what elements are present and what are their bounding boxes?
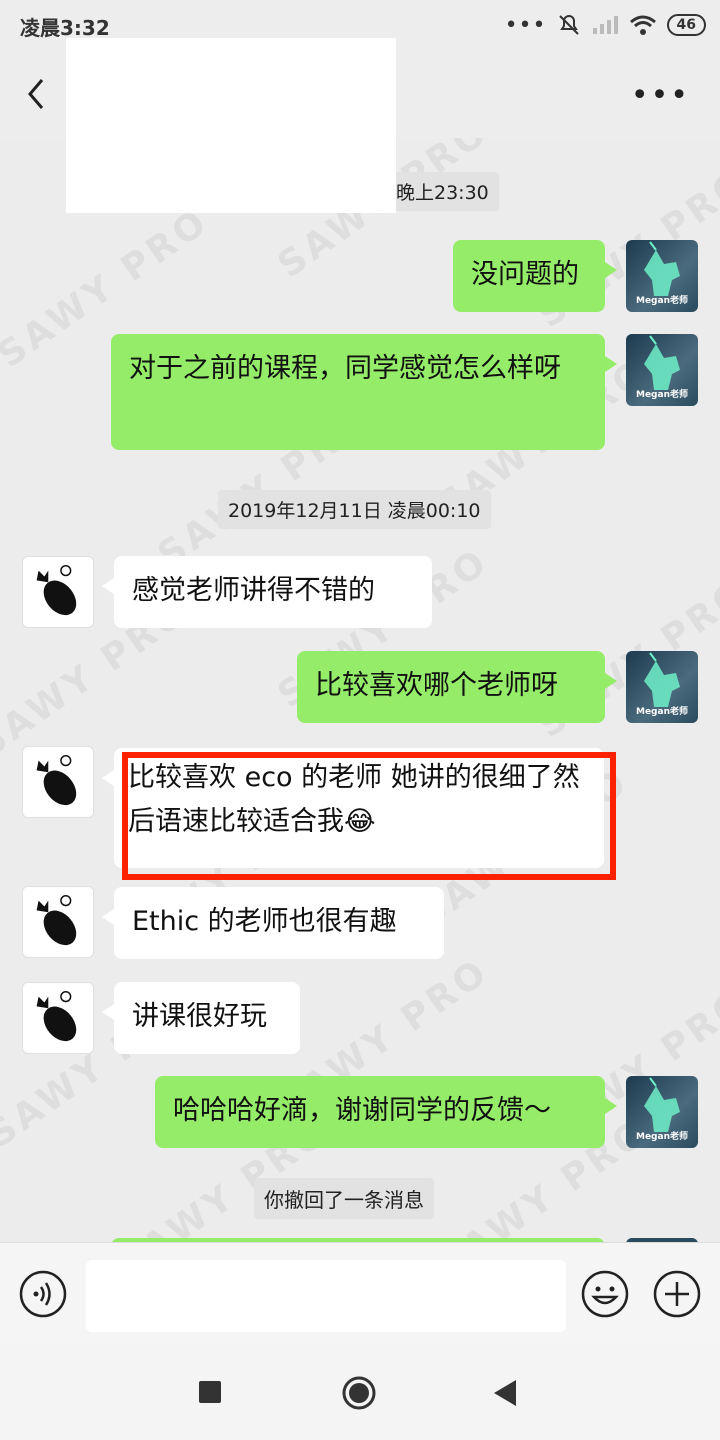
- avatar[interactable]: Megan老师: [626, 1076, 698, 1148]
- message-bubble-outgoing[interactable]: 哈哈哈好滴，谢谢同学的反馈～: [155, 1076, 617, 1148]
- avatar[interactable]: Megan老师: [626, 334, 698, 406]
- voice-icon[interactable]: [18, 1269, 68, 1319]
- avatar[interactable]: [22, 982, 94, 1054]
- chat-title: [66, 38, 396, 213]
- nav-circle-icon[interactable]: [341, 1375, 377, 1411]
- message-bubble-incoming[interactable]: Ethic 的老师也很有趣: [102, 887, 444, 959]
- system-nav-bar: [0, 1344, 720, 1440]
- black-cat-icon: [36, 565, 77, 616]
- chat-area[interactable]: SAWY PRO SAWY PRO SAWY PRO SAWY PRO SAWY…: [0, 138, 720, 1242]
- message-bubble-incoming[interactable]: 感觉老师讲得不错的: [102, 556, 432, 628]
- avatar-label: Megan老师: [636, 1132, 688, 1142]
- system-message: 你撤回了一条消息: [254, 1178, 434, 1219]
- wifi-icon: [629, 15, 656, 35]
- battery-indicator: 46: [666, 14, 706, 36]
- message-bubble-incoming[interactable]: 讲课很好玩: [102, 982, 300, 1054]
- avatar[interactable]: Megan老师: [626, 651, 698, 723]
- signal-icon: [592, 16, 618, 34]
- chat-header: •••: [0, 38, 720, 213]
- nav-back-icon[interactable]: [492, 1378, 518, 1408]
- mute-icon: [558, 14, 579, 35]
- input-bar: [0, 1242, 720, 1345]
- status-time: 凌晨3:32: [20, 16, 110, 40]
- black-cat-icon: [36, 895, 77, 946]
- dots-icon: •••: [504, 12, 547, 38]
- more-icon[interactable]: •••: [631, 81, 690, 111]
- highlight-box: [122, 752, 616, 880]
- plus-icon[interactable]: [652, 1269, 702, 1319]
- black-cat-icon: [36, 991, 77, 1042]
- timestamp: 2019年12月11日 凌晨00:10: [218, 490, 491, 529]
- status-icons: ••• 46: [505, 12, 706, 38]
- avatar-label: Megan老师: [636, 707, 688, 717]
- avatar[interactable]: [22, 886, 94, 958]
- avatar[interactable]: Megan老师: [626, 240, 698, 312]
- avatar[interactable]: [22, 746, 94, 818]
- emoji-icon[interactable]: [580, 1269, 630, 1319]
- avatar[interactable]: [22, 556, 94, 628]
- message-input[interactable]: [86, 1260, 566, 1332]
- back-arrow-icon[interactable]: [22, 74, 52, 114]
- message-bubble-outgoing[interactable]: 对于之前的课程，同学感觉怎么样呀: [111, 334, 617, 450]
- avatar-label: Megan老师: [636, 390, 688, 400]
- black-cat-icon: [36, 755, 77, 806]
- nav-square-icon[interactable]: [199, 1381, 221, 1403]
- avatar-label: Megan老师: [636, 296, 688, 306]
- message-bubble-outgoing[interactable]: 没问题的: [453, 240, 617, 312]
- timestamp: 晚上23:30: [386, 172, 499, 211]
- message-bubble-outgoing[interactable]: 比较喜欢哪个老师呀: [297, 651, 617, 723]
